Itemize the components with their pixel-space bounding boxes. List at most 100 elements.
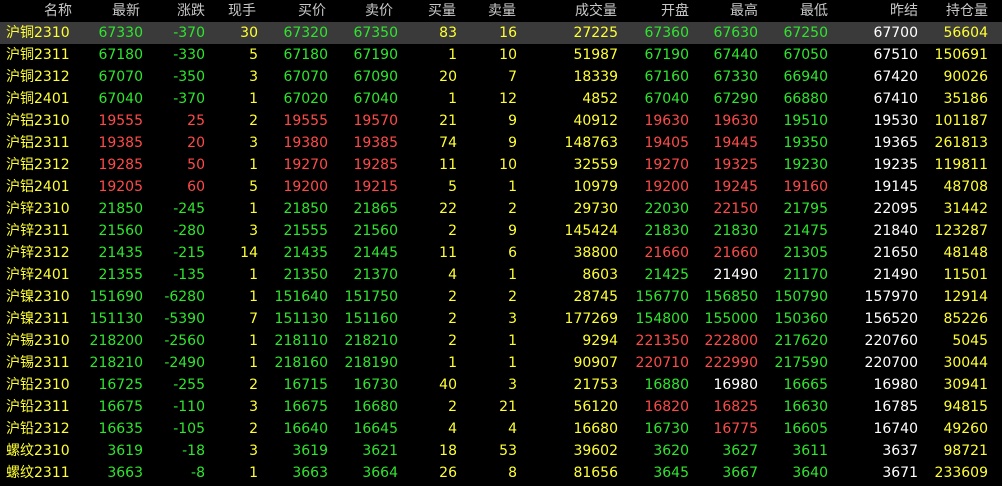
cell-last: 3619: [107, 443, 143, 459]
cell-change: -18: [182, 443, 205, 459]
column-header-high[interactable]: 最高: [730, 0, 758, 22]
column-header-change[interactable]: 涨跌: [177, 0, 205, 22]
column-header-bid[interactable]: 买价: [298, 0, 326, 22]
cell-prev-settle: 16785: [873, 399, 918, 415]
cell-low: 19510: [783, 113, 828, 129]
cell-last: 16675: [98, 399, 143, 415]
quote-row[interactable]: 沪铜2310 67330 -370 30 67320 67350 83 16 27225 6736…: [0, 22, 1002, 44]
cell-change: -330: [173, 47, 205, 63]
quote-row[interactable]: 螺纹2311 3663 -8 1 3663 3664 26 8 81656 3645 3667 364…: [0, 462, 1002, 484]
cell-ask-vol: 7: [508, 69, 517, 85]
cell-bid: 151640: [274, 289, 328, 305]
cell-open: 67360: [644, 25, 689, 41]
cell-volume: 40912: [573, 113, 618, 129]
cell-open-interest: 94815: [943, 399, 988, 415]
quote-row[interactable]: 螺纹2310 3619 -18 3 3619 3621 18 53 39602 3620 3627 3…: [0, 440, 1002, 462]
quote-row[interactable]: 沪铝2311 19385 20 3 19380 19385 74 9 148763 19405 19…: [0, 132, 1002, 154]
cell-open: 16880: [644, 377, 689, 393]
cell-bid-vol: 1: [448, 47, 457, 63]
cell-low: 16665: [783, 377, 828, 393]
quote-row[interactable]: 沪锌2312 21435 -215 14 21435 21445 11 6 38800 21660…: [0, 242, 1002, 264]
cell-low: 3640: [792, 465, 828, 481]
cell-open: 67160: [644, 69, 689, 85]
column-header-open-interest[interactable]: 持仓量: [946, 0, 988, 22]
cell-low: 21475: [783, 223, 828, 239]
column-header-open[interactable]: 开盘: [661, 0, 689, 22]
cell-change: 60: [187, 179, 205, 195]
cell-volume: 177269: [564, 311, 618, 327]
cell-low: 19160: [783, 179, 828, 195]
cell-prev-settle: 67510: [873, 47, 918, 63]
cell-bid: 19555: [283, 113, 328, 129]
cell-high: 16775: [713, 421, 758, 437]
cell-open: 21830: [644, 223, 689, 239]
cell-ask-vol: 16: [499, 25, 517, 41]
futures-quote-board: 名称 最新 涨跌 现手 买价 卖价 买量 卖量 成交量 开盘 最高 最低 昨结 持仓量 沪铜2310 6733…: [0, 0, 1002, 486]
quote-row[interactable]: 沪铜2401 67040 -370 1 67020 67040 1 12 4852 67040 67…: [0, 88, 1002, 110]
cell-name: 螺纹2311: [6, 465, 70, 481]
cell-ask: 3621: [362, 443, 398, 459]
cell-change: -215: [173, 245, 205, 261]
cell-change: -5390: [164, 311, 205, 327]
cell-cur-vol: 14: [240, 245, 258, 261]
cell-bid: 19380: [283, 135, 328, 151]
cell-bid: 218160: [274, 355, 328, 371]
column-header-cur-vol[interactable]: 现手: [228, 0, 256, 22]
quote-row[interactable]: 沪铝2312 19285 50 1 19270 19285 11 10 32559 19270 19…: [0, 154, 1002, 176]
cell-bid-vol: 1: [448, 91, 457, 107]
cell-cur-vol: 3: [249, 443, 258, 459]
cell-last: 67180: [98, 47, 143, 63]
cell-prev-settle: 19145: [873, 179, 918, 195]
cell-change: 25: [187, 113, 205, 129]
cell-ask-vol: 21: [499, 399, 517, 415]
cell-ask-vol: 9: [508, 223, 517, 239]
quote-row[interactable]: 沪镍2311 151130 -5390 7 151130 151160 2 3 177269 15…: [0, 308, 1002, 330]
quote-row[interactable]: 沪铜2311 67180 -330 5 67180 67190 1 10 51987 67190 6…: [0, 44, 1002, 66]
cell-bid: 21555: [283, 223, 328, 239]
cell-open: 3645: [653, 465, 689, 481]
cell-bid-vol: 2: [448, 311, 457, 327]
cell-open-interest: 85226: [943, 311, 988, 327]
column-header-prev-settle[interactable]: 昨结: [890, 0, 918, 22]
quote-row[interactable]: 沪铜2312 67070 -350 3 67070 67090 20 7 18339 67160 6…: [0, 66, 1002, 88]
cell-open: 221350: [635, 333, 689, 349]
cell-open-interest: 48708: [943, 179, 988, 195]
quote-row[interactable]: 沪铅2311 16675 -110 3 16675 16680 2 21 56120 16820 1…: [0, 396, 1002, 418]
quote-row[interactable]: 沪铅2310 16725 -255 2 16715 16730 40 3 21753 16880 1…: [0, 374, 1002, 396]
quote-row[interactable]: 沪铝2310 19555 25 2 19555 19570 21 9 40912 19630 196…: [0, 110, 1002, 132]
column-header-ask-vol[interactable]: 卖量: [488, 0, 516, 22]
column-header-ask[interactable]: 卖价: [365, 0, 393, 22]
cell-cur-vol: 3: [249, 399, 258, 415]
column-header-last[interactable]: 最新: [112, 0, 140, 22]
cell-cur-vol: 30: [240, 25, 258, 41]
cell-change: -370: [173, 91, 205, 107]
cell-volume: 27225: [573, 25, 618, 41]
quote-row[interactable]: 沪锡2310 218200 -2560 1 218110 218210 2 1 9294 2213…: [0, 330, 1002, 352]
cell-low: 21170: [783, 267, 828, 283]
cell-low: 217590: [774, 355, 828, 371]
cell-open: 67190: [644, 47, 689, 63]
cell-open: 22030: [644, 201, 689, 217]
cell-high: 19245: [713, 179, 758, 195]
quote-row[interactable]: 沪锌2310 21850 -245 1 21850 21865 22 2 29730 22030 2…: [0, 198, 1002, 220]
column-header-volume[interactable]: 成交量: [575, 0, 617, 22]
cell-name: 沪铅2312: [6, 421, 70, 437]
cell-bid: 3663: [292, 465, 328, 481]
column-header-bid-vol[interactable]: 买量: [428, 0, 456, 22]
quote-row[interactable]: 沪锌2311 21560 -280 3 21555 21560 2 9 145424 21830 2…: [0, 220, 1002, 242]
cell-cur-vol: 5: [249, 47, 258, 63]
cell-volume: 18339: [573, 69, 618, 85]
cell-high: 156850: [704, 289, 758, 305]
cell-bid: 67070: [283, 69, 328, 85]
quote-row[interactable]: 沪铝2401 19205 60 5 19200 19215 5 1 10979 19200 1924…: [0, 176, 1002, 198]
cell-cur-vol: 1: [249, 289, 258, 305]
cell-open: 16730: [644, 421, 689, 437]
quote-row[interactable]: 沪锌2401 21355 -135 1 21350 21370 4 1 8603 21425 214…: [0, 264, 1002, 286]
column-header-name[interactable]: 名称: [44, 0, 72, 22]
column-header-low[interactable]: 最低: [800, 0, 828, 22]
quote-row[interactable]: 沪铅2312 16635 -105 2 16640 16645 4 4 16680 16730 16…: [0, 418, 1002, 440]
cell-last: 21560: [98, 223, 143, 239]
quote-row[interactable]: 沪镍2310 151690 -6280 1 151640 151750 2 2 28745 156…: [0, 286, 1002, 308]
cell-low: 21305: [783, 245, 828, 261]
quote-row[interactable]: 沪锡2311 218210 -2490 1 218160 218190 1 1 90907 220…: [0, 352, 1002, 374]
